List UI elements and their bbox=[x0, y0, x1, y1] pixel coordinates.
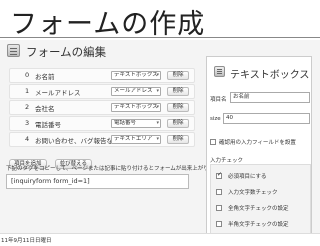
title-divider bbox=[0, 37, 320, 38]
check-option-checkbox[interactable] bbox=[216, 205, 222, 211]
check-option-checkbox[interactable] bbox=[216, 221, 222, 227]
delete-field-button[interactable]: 削除 bbox=[167, 87, 189, 96]
field-row[interactable]: 3電話番号電話番号削除 bbox=[9, 116, 195, 131]
field-type-select[interactable]: 電話番号 bbox=[111, 119, 161, 128]
delete-field-button[interactable]: 削除 bbox=[167, 71, 189, 80]
field-index: 2 bbox=[25, 103, 30, 111]
field-index: 0 bbox=[25, 71, 30, 79]
panel-title: テキストボックス bbox=[230, 70, 310, 81]
shortcode-note: 下記のタグをコピーして、ページまたは記事に貼り付けるとフォームが出来上がります。 bbox=[6, 166, 225, 172]
textbox-icon bbox=[214, 66, 225, 77]
delete-field-button[interactable]: 削除 bbox=[167, 119, 189, 128]
item-name-label: 項目名 bbox=[210, 97, 227, 103]
check-option-label: 入力文字数チェック bbox=[228, 190, 278, 196]
check-option[interactable]: 入力文字数チェック bbox=[216, 187, 308, 196]
check-option-label: 必須項目にする bbox=[228, 174, 267, 180]
field-name: 電話番号 bbox=[35, 121, 61, 129]
field-type-select[interactable]: テキストボックス bbox=[111, 71, 161, 80]
check-option[interactable]: 半角文字チェックの設定 bbox=[216, 219, 308, 228]
slide-title: フォームの作成 bbox=[10, 9, 206, 40]
page-icon bbox=[7, 44, 20, 57]
shortcode-field[interactable]: [inquiryform form_id=1] bbox=[6, 174, 189, 189]
admin-screenshot: フォームの編集 0お名前テキストボックス削除1メールアドレスメールアドレス削除2… bbox=[0, 40, 320, 234]
check-option[interactable]: 全角文字チェックの設定 bbox=[216, 203, 308, 212]
confirm-field-checkbox[interactable] bbox=[210, 139, 216, 145]
delete-field-button[interactable]: 削除 bbox=[167, 135, 189, 144]
field-name: メールアドレス bbox=[35, 89, 81, 97]
field-type-select[interactable]: テキストエリア bbox=[111, 135, 161, 144]
check-option-checkbox[interactable] bbox=[216, 189, 222, 195]
field-index: 3 bbox=[25, 119, 30, 127]
input-check-options: 必須項目にする入力文字数チェック全角文字チェックの設定半角文字チェックの設定 bbox=[210, 164, 311, 233]
field-row[interactable]: 1メールアドレスメールアドレス削除 bbox=[9, 84, 195, 99]
field-settings-panel: テキストボックス 項目名 お名前 size 40 確認用の入力フィールドを設置 … bbox=[206, 56, 312, 233]
size-input[interactable]: 40 bbox=[223, 113, 310, 124]
input-check-label: 入力チェック bbox=[210, 158, 244, 164]
field-type-select[interactable]: メールアドレス bbox=[111, 87, 161, 96]
field-name: 会社名 bbox=[35, 105, 55, 113]
field-index: 4 bbox=[25, 135, 30, 143]
check-option-label: 全角文字チェックの設定 bbox=[228, 206, 289, 212]
confirm-field-label: 確認用の入力フィールドを設置 bbox=[219, 140, 296, 146]
check-option-label: 半角文字チェックの設定 bbox=[228, 222, 289, 228]
field-row[interactable]: 0 お名前 テキストボックス削除 bbox=[9, 68, 195, 83]
field-name: お名前 bbox=[35, 73, 55, 81]
field-row[interactable]: 4 お問い合わせ、バグ報告などテキストエリア削除 bbox=[9, 132, 195, 147]
page-title: フォームの編集 bbox=[26, 45, 107, 59]
size-label: size bbox=[210, 116, 221, 122]
field-row[interactable]: 2 会社名 テキストボックス削除 bbox=[9, 100, 195, 115]
field-type-select[interactable]: テキストボックス bbox=[111, 103, 161, 112]
field-index: 1 bbox=[25, 87, 30, 95]
field-list: 0お名前テキストボックス削除1メールアドレスメールアドレス削除2会社名テキストボ… bbox=[9, 68, 195, 148]
delete-field-button[interactable]: 削除 bbox=[167, 103, 189, 112]
slide-date: 11年9月11日日曜日 bbox=[1, 238, 52, 244]
field-name: お問い合わせ、バグ報告など bbox=[35, 137, 120, 145]
check-option[interactable]: 必須項目にする bbox=[216, 171, 308, 180]
check-option-checkbox[interactable] bbox=[216, 171, 222, 179]
item-name-input[interactable]: お名前 bbox=[230, 92, 310, 103]
